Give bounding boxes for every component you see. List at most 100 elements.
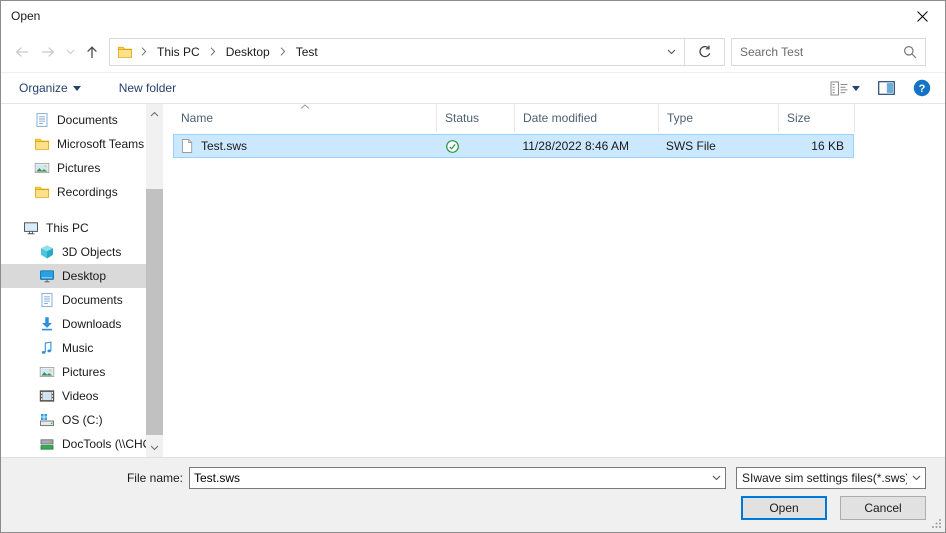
file-name: Test.sws <box>201 139 247 153</box>
file-row[interactable]: Test.sws 11/28/2022 8:46 AMSWS File16 KB <box>173 134 854 158</box>
preview-pane-button[interactable] <box>878 81 895 95</box>
column-header-label: Date modified <box>523 111 597 125</box>
documents-icon <box>39 292 55 308</box>
column-header-size[interactable]: Size <box>779 104 855 132</box>
refresh-button[interactable] <box>685 38 725 66</box>
breadcrumb-segment[interactable]: This PC <box>155 45 202 59</box>
sidebar-item-documents[interactable]: Documents <box>1 288 146 312</box>
breadcrumb-separator <box>210 47 216 56</box>
sidebar-item-recordings[interactable]: Recordings <box>1 180 146 204</box>
folder-icon <box>34 184 50 200</box>
sidebar-item-os-c[interactable]: OS (C:) <box>1 408 146 432</box>
navigation-pane: DocumentsMicrosoft TeamsPicturesRecordin… <box>1 104 146 457</box>
sidebar-item-desktop[interactable]: Desktop <box>1 264 146 288</box>
sidebar-item-label: Documents <box>62 293 123 307</box>
sidebar-item-pictures[interactable]: Pictures <box>1 156 146 180</box>
window-title: Open <box>11 9 40 23</box>
sidebar-item-music[interactable]: Music <box>1 336 146 360</box>
scrollbar-thumb[interactable] <box>146 189 163 435</box>
sidebar-item-this-pc[interactable]: This PC <box>1 216 146 240</box>
breadcrumb-separator <box>280 47 286 56</box>
file-name-cell: Test.sws <box>174 138 437 154</box>
file-name-label: File name: <box>127 471 183 485</box>
sidebar-item-microsoft-teams[interactable]: Microsoft Teams <box>1 132 146 156</box>
change-view-button[interactable] <box>830 81 860 96</box>
column-header-type[interactable]: Type <box>659 104 779 132</box>
sidebar-item-label: Videos <box>62 389 98 403</box>
new-folder-button[interactable]: New folder <box>119 81 176 95</box>
breadcrumb: This PC Desktop Test <box>141 45 660 59</box>
file-name-input[interactable] <box>190 471 707 485</box>
file-name-combo <box>189 467 726 489</box>
sidebar-item-doctools-cho[interactable]: DocTools (\\CHO <box>1 432 146 456</box>
sidebar-scrollbar[interactable] <box>146 104 163 457</box>
forward-button[interactable] <box>35 39 61 65</box>
breadcrumb-segment[interactable]: Desktop <box>224 45 272 59</box>
caret-down-icon <box>73 86 81 91</box>
refresh-icon <box>697 44 713 60</box>
pictures-icon <box>34 160 50 176</box>
sidebar-item-label: Documents <box>57 113 118 127</box>
arrow-up-icon <box>84 44 100 60</box>
organize-button[interactable]: Organize <box>19 81 81 95</box>
back-button[interactable] <box>9 39 35 65</box>
videos-icon <box>39 388 55 404</box>
sidebar-item-label: Microsoft Teams <box>57 137 144 151</box>
scroll-down-button[interactable] <box>146 440 163 455</box>
sidebar-item-documents[interactable]: Documents <box>1 108 146 132</box>
open-button[interactable]: Open <box>741 496 827 520</box>
search-input[interactable] <box>740 45 903 59</box>
title-bar: Open <box>1 1 945 31</box>
sidebar-item-downloads[interactable]: Downloads <box>1 312 146 336</box>
close-button[interactable] <box>900 1 945 31</box>
file-name-dropdown-button[interactable] <box>707 468 725 488</box>
open-button-label: Open <box>769 501 798 515</box>
sidebar-item-videos[interactable]: Videos <box>1 384 146 408</box>
file-type-select[interactable]: SIwave sim settings files(*.sws) <box>736 467 926 489</box>
sidebar-item-pictures[interactable]: Pictures <box>1 360 146 384</box>
chevron-up-icon <box>150 111 159 117</box>
sidebar-item-label: Downloads <box>62 317 121 331</box>
file-size-cell: 16 KB <box>777 139 853 153</box>
up-button[interactable] <box>79 39 105 65</box>
cancel-button[interactable]: Cancel <box>840 496 926 520</box>
os-drive-icon <box>39 412 55 428</box>
network-drive-icon <box>39 436 55 452</box>
organize-label: Organize <box>19 81 68 95</box>
cancel-button-label: Cancel <box>864 501 901 515</box>
sort-ascending-icon <box>300 104 310 109</box>
chevron-right-icon <box>280 47 286 56</box>
close-icon <box>916 10 929 23</box>
file-name-row: File name: SIwave sim settings files(*.s… <box>1 467 926 489</box>
sidebar-item-label: Pictures <box>62 365 105 379</box>
chevron-down-icon <box>712 475 721 481</box>
preview-pane-icon <box>878 81 895 95</box>
column-header-date-modified[interactable]: Date modified <box>515 104 659 132</box>
recent-locations-button[interactable] <box>61 39 79 65</box>
this-pc-icon <box>23 220 39 236</box>
view-details-icon <box>830 81 848 96</box>
desktop-icon <box>39 268 55 284</box>
dialog-body: DocumentsMicrosoft TeamsPicturesRecordin… <box>1 104 945 457</box>
chevron-right-icon <box>141 47 147 56</box>
pictures-icon <box>39 364 55 380</box>
sidebar-item-label: This PC <box>46 221 89 235</box>
scroll-up-button[interactable] <box>146 106 163 121</box>
file-date-cell: 11/28/2022 8:46 AM <box>514 139 657 153</box>
address-bar[interactable]: This PC Desktop Test <box>109 38 685 66</box>
column-header-status[interactable]: Status <box>437 104 515 132</box>
help-button[interactable]: ? <box>913 79 931 97</box>
column-header-label: Size <box>787 111 810 125</box>
breadcrumb-separator <box>141 47 147 56</box>
downloads-icon <box>39 316 55 332</box>
search-icon <box>903 45 917 59</box>
sidebar-item-3d-objects[interactable]: 3D Objects <box>1 240 146 264</box>
column-header-label: Name <box>181 111 213 125</box>
address-dropdown-button[interactable] <box>660 39 682 65</box>
folder-icon <box>34 136 50 152</box>
breadcrumb-segment[interactable]: Test <box>294 45 320 59</box>
file-type-cell: SWS File <box>658 139 777 153</box>
resize-grip[interactable] <box>931 518 942 529</box>
dialog-buttons: Open Cancel <box>1 496 926 520</box>
help-icon: ? <box>913 79 931 97</box>
